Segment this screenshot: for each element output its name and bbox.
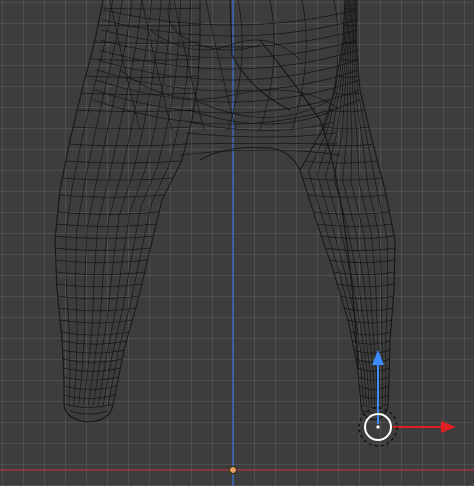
right-leg-ring: [353, 349, 390, 354]
right-leg-ring: [352, 340, 391, 345]
3d-viewport[interactable]: [0, 0, 474, 486]
left-leg-ring: [62, 177, 174, 181]
legs-wireframe-mesh[interactable]: [54, 0, 396, 423]
gizmo-pivot-dot: [376, 425, 380, 429]
pelvis-edge-loop: [96, 69, 360, 92]
pelvis-edge-loop: [101, 29, 358, 48]
left-leg-ring: [56, 283, 142, 288]
pelvis-vertical-edge: [109, 0, 141, 131]
left-leg-edge-loop: [93, 0, 162, 406]
right-leg-ring: [325, 247, 395, 251]
left-leg-ring: [57, 295, 140, 300]
pelvis-vertical-edge: [291, 0, 307, 131]
left-leg-ring: [55, 235, 154, 239]
left-leg-ring: [62, 358, 123, 363]
right-leg-edge-loop: [325, 0, 370, 406]
right-leg-ring: [340, 295, 394, 300]
left-leg-ring: [62, 349, 125, 354]
viewport-scene[interactable]: [0, 0, 474, 486]
right-foot-cap: [363, 410, 387, 414]
world-origin-dot[interactable]: [229, 466, 237, 474]
pelvis-edge-loop: [100, 39, 358, 59]
left-leg-ring: [59, 194, 165, 198]
pelvis-vertical-edge: [227, 0, 243, 131]
right-leg-ring: [328, 109, 365, 113]
crotch-edge-loop: [182, 143, 339, 145]
left-leg-ring: [57, 211, 160, 215]
left-leg-ring: [59, 319, 133, 324]
left-leg-ring: [55, 259, 148, 263]
crotch-arch-outline: [199, 147, 301, 171]
right-leg-ring: [304, 160, 378, 164]
left-leg-edge-loop: [102, 0, 181, 406]
left-leg-edge-loop: [97, 0, 172, 406]
right-leg-ring: [314, 143, 374, 147]
pelvis-edge-loop: [102, 19, 357, 37]
left-leg-ring: [61, 340, 127, 345]
pelvis-edge-loop: [97, 59, 359, 81]
right-leg-inner-outline: [299, 0, 362, 406]
right-leg-ring: [329, 259, 395, 263]
move-gizmo-icon[interactable]: [358, 350, 456, 447]
left-leg-ring: [63, 367, 121, 372]
left-leg-ring: [58, 307, 136, 312]
crotch-edge-loop: [185, 132, 337, 138]
left-leg-ring: [56, 271, 145, 276]
left-leg-ring: [56, 223, 157, 227]
right-leg-ring: [357, 367, 390, 372]
right-leg-seam: [259, 39, 359, 371]
crotch-edge-loop: [179, 149, 341, 156]
right-leg-ring: [344, 307, 393, 312]
left-leg-edge-loop: [107, 0, 191, 406]
left-foot-cap: [69, 410, 109, 415]
left-leg-ring: [61, 331, 130, 336]
right-leg-ring: [302, 177, 382, 181]
gizmo-x-arrow-head[interactable]: [441, 421, 456, 433]
right-leg-ring: [355, 358, 390, 363]
left-leg-ring: [55, 247, 151, 251]
right-leg-ring: [333, 271, 395, 276]
right-leg-ring: [322, 126, 369, 130]
right-leg-ring: [321, 235, 395, 239]
left-leg-ring: [63, 376, 119, 381]
right-leg-ring: [337, 283, 395, 288]
pelvis-edge-loop: [99, 49, 359, 70]
